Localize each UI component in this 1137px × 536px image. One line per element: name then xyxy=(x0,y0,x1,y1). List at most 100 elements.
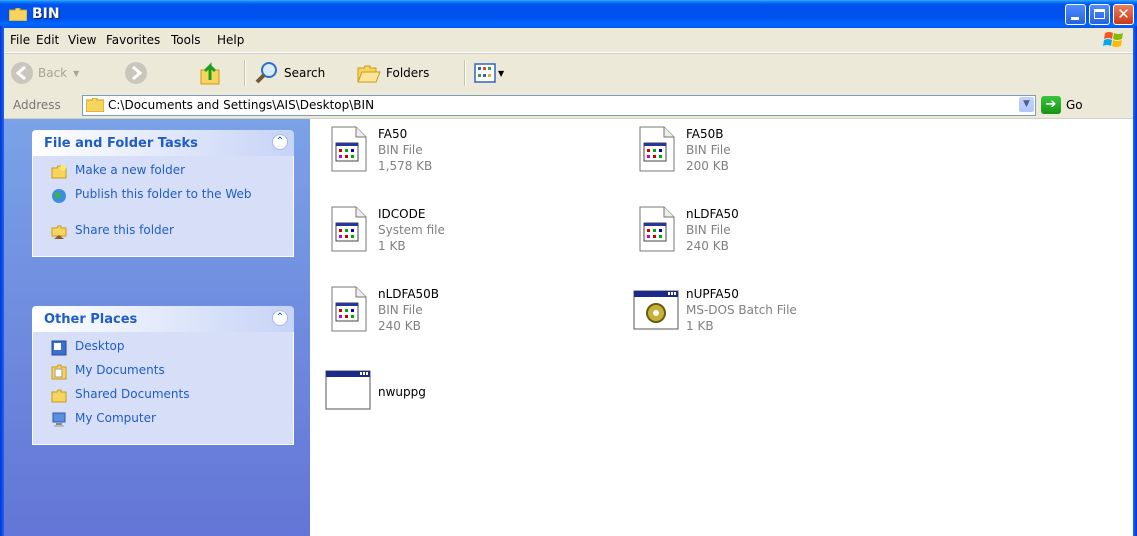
up-folder-button[interactable] xyxy=(198,60,224,86)
file-type: BIN File xyxy=(686,223,731,237)
place-my-computer[interactable]: My Computer xyxy=(33,412,293,436)
minimize-button[interactable] xyxy=(1065,4,1086,25)
menu-tools[interactable]: Tools xyxy=(171,33,201,47)
task-publish-folder-web[interactable]: Publish this folder to the Web xyxy=(33,188,293,224)
shared-documents-icon xyxy=(51,389,67,403)
up-folder-icon xyxy=(200,62,220,85)
search-label: Search xyxy=(284,66,326,80)
standard-toolbar: Back ▼ Search Folders ▼ xyxy=(4,53,1133,93)
back-arrow-icon xyxy=(11,62,33,84)
file-item[interactable]: FA50 BIN File 1,578 KB xyxy=(324,125,584,185)
search-button[interactable]: Search xyxy=(254,60,325,86)
title-bar[interactable]: BIN ✕ xyxy=(0,0,1137,28)
file-name: FA50B xyxy=(686,127,724,141)
other-places-header[interactable]: Other Places ⌃ xyxy=(32,306,294,332)
menu-file[interactable]: File xyxy=(10,33,30,47)
file-folder-tasks-header[interactable]: File and Folder Tasks ⌃ xyxy=(32,130,294,156)
file-name: FA50 xyxy=(378,127,408,141)
file-name: nwuppg xyxy=(378,385,426,399)
task-share-folder[interactable]: Share this folder xyxy=(33,224,293,248)
menu-favorites[interactable]: Favorites xyxy=(106,33,160,47)
panel-body: Make a new folder Publish this folder to… xyxy=(32,156,294,257)
file-item[interactable]: FA50B BIN File 200 KB xyxy=(632,125,892,185)
task-pane: File and Folder Tasks ⌃ Make a new folde… xyxy=(4,119,310,536)
task-make-new-folder[interactable]: Make a new folder xyxy=(33,164,293,188)
forward-button[interactable] xyxy=(124,60,148,86)
globe-icon xyxy=(52,189,66,203)
close-icon: ✕ xyxy=(1117,5,1130,23)
menu-view[interactable]: View xyxy=(68,33,96,47)
file-size: 1,578 KB xyxy=(378,159,433,173)
my-computer-icon xyxy=(52,412,66,427)
search-icon xyxy=(255,62,277,84)
place-shared-documents[interactable]: Shared Documents xyxy=(33,388,293,412)
place-desktop[interactable]: Desktop xyxy=(33,340,293,364)
file-type: BIN File xyxy=(378,143,423,157)
collapse-chevron-icon[interactable]: ⌃ xyxy=(272,134,288,150)
maximize-icon xyxy=(1094,9,1105,19)
minimize-icon xyxy=(1071,17,1079,20)
go-button[interactable]: ➔ Go xyxy=(1041,95,1083,115)
toolbar-separator xyxy=(464,60,466,86)
new-folder-icon xyxy=(51,165,67,179)
file-size: 200 KB xyxy=(686,159,729,173)
panel-body: Desktop My Documents Shared Documents My… xyxy=(32,332,294,445)
file-size: 1 KB xyxy=(378,239,406,253)
explorer-window: BIN ✕ File Edit View Favorites Tools Hel… xyxy=(0,0,1137,536)
file-size: 240 KB xyxy=(686,239,729,253)
file-item[interactable]: nLDFA50 BIN File 240 KB xyxy=(632,205,892,265)
application-window-icon xyxy=(325,370,371,410)
system-file-icon xyxy=(331,206,367,252)
folders-icon xyxy=(357,65,381,83)
address-label: Address xyxy=(13,98,61,112)
file-name: IDCODE xyxy=(378,207,426,221)
maximize-button[interactable] xyxy=(1089,4,1110,25)
place-label: My Computer xyxy=(75,411,156,425)
toolbar-separator xyxy=(244,60,246,86)
collapse-chevron-icon[interactable]: ⌃ xyxy=(272,310,288,326)
bin-file-icon xyxy=(331,286,367,332)
back-button[interactable]: Back ▼ xyxy=(10,60,79,86)
back-dropdown-icon[interactable]: ▼ xyxy=(73,69,79,78)
file-size: 240 KB xyxy=(378,319,421,333)
desktop-icon xyxy=(51,340,67,356)
bin-file-icon xyxy=(331,126,367,172)
panel-title: File and Folder Tasks xyxy=(44,136,198,151)
address-field[interactable]: C:\Documents and Settings\AIS\Desktop\BI… xyxy=(82,95,1036,116)
my-documents-icon xyxy=(51,364,67,380)
menu-help[interactable]: Help xyxy=(217,33,244,47)
file-item[interactable]: IDCODE System file 1 KB xyxy=(324,205,584,265)
file-type: BIN File xyxy=(378,303,423,317)
address-path: C:\Documents and Settings\AIS\Desktop\BI… xyxy=(108,98,375,112)
file-type: BIN File xyxy=(686,143,731,157)
file-item[interactable]: nLDFA50B BIN File 240 KB xyxy=(324,285,584,345)
task-label: Make a new folder xyxy=(75,163,186,177)
go-label: Go xyxy=(1066,98,1083,112)
file-item[interactable]: nUPFA50 MS-DOS Batch File 1 KB xyxy=(632,285,892,345)
panel-title: Other Places xyxy=(44,312,138,327)
window-border-right xyxy=(1133,26,1137,536)
file-type: MS-DOS Batch File xyxy=(686,303,797,317)
menu-bar: File Edit View Favorites Tools Help xyxy=(4,28,1133,53)
views-dropdown-icon: ▼ xyxy=(498,68,505,78)
menu-edit[interactable]: Edit xyxy=(36,33,59,47)
go-arrow-icon: ➔ xyxy=(1041,96,1061,114)
close-button[interactable]: ✕ xyxy=(1113,4,1134,25)
address-bar: Address C:\Documents and Settings\AIS\De… xyxy=(4,92,1133,119)
views-icon xyxy=(474,63,496,83)
bin-file-icon xyxy=(639,206,675,252)
task-label: Share this folder xyxy=(75,223,174,237)
address-dropdown-button[interactable]: ▼ xyxy=(1019,97,1034,112)
folders-button[interactable]: Folders xyxy=(356,60,429,86)
place-my-documents[interactable]: My Documents xyxy=(33,364,293,388)
task-label: Publish this folder to the Web xyxy=(75,187,252,201)
folder-icon xyxy=(9,8,27,21)
file-folder-tasks-panel: File and Folder Tasks ⌃ Make a new folde… xyxy=(32,130,294,257)
file-name: nUPFA50 xyxy=(686,287,739,301)
file-type: System file xyxy=(378,223,445,237)
views-button[interactable]: ▼ xyxy=(474,60,504,86)
batch-file-icon xyxy=(633,290,679,330)
place-label: My Documents xyxy=(75,363,165,377)
file-item[interactable]: nwuppg xyxy=(324,365,584,425)
share-folder-icon xyxy=(51,225,67,239)
